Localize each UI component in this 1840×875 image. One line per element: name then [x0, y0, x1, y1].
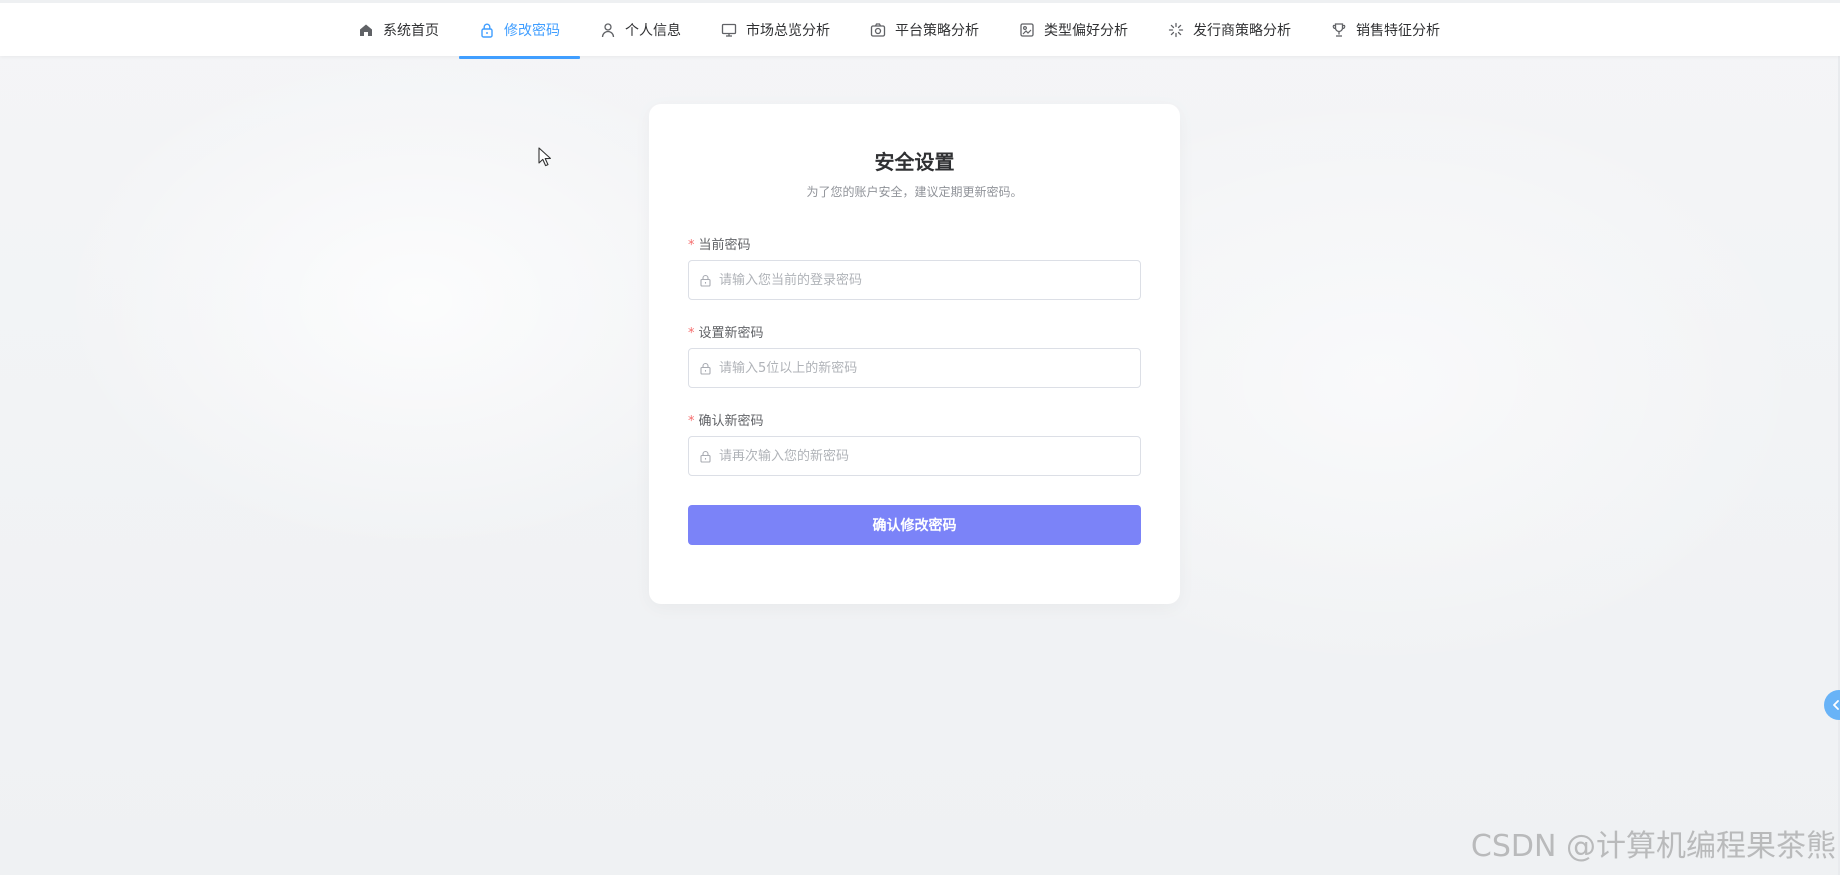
monitor-icon [721, 22, 737, 38]
nav-item-publisher-strategy[interactable]: 发行商策略分析 [1148, 3, 1311, 56]
current-password-input[interactable] [719, 261, 1140, 299]
watermark-text: CSDN @计算机编程果茶熊 [1470, 829, 1836, 864]
lock-icon [699, 450, 712, 463]
required-mark: * [688, 238, 695, 253]
nav-item-label: 发行商策略分析 [1193, 22, 1291, 39]
required-mark: * [688, 326, 695, 341]
picture-icon [1019, 22, 1035, 38]
mouse-cursor-icon [538, 147, 552, 167]
home-icon [358, 22, 374, 38]
lock-icon [699, 362, 712, 375]
confirm-change-password-button[interactable]: 确认修改密码 [688, 505, 1141, 545]
new-password-input[interactable] [719, 349, 1140, 387]
lock-icon [699, 274, 712, 287]
confirm-password-input[interactable] [719, 437, 1140, 475]
new-password-field[interactable] [688, 348, 1141, 388]
lock-icon [479, 22, 495, 38]
nav-item-label: 平台策略分析 [895, 22, 979, 39]
nav-item-label: 销售特征分析 [1356, 22, 1440, 39]
trophy-icon [1331, 22, 1347, 38]
nav-item-change-password[interactable]: 修改密码 [459, 3, 580, 59]
label-text: 设置新密码 [698, 326, 764, 341]
nav-item-label: 个人信息 [625, 22, 681, 39]
nav-item-label: 系统首页 [383, 22, 439, 39]
nav-item-platform-strategy[interactable]: 平台策略分析 [850, 3, 999, 56]
nav-item-market-overview[interactable]: 市场总览分析 [701, 3, 850, 56]
label-text: 当前密码 [698, 238, 751, 253]
nav-item-label: 市场总览分析 [746, 22, 830, 39]
page-subtitle: 为了您的账户安全，建议定期更新密码。 [806, 185, 1023, 199]
nav-menu: 系统首页 修改密码 个人信息 市场总览分析 平台策略分析 类型偏好分析 发行商策… [338, 3, 1460, 59]
side-collapse-tab[interactable] [1824, 690, 1840, 720]
nav-item-sales-features[interactable]: 销售特征分析 [1311, 3, 1460, 56]
security-settings-card: 安全设置 为了您的账户安全，建议定期更新密码。 * 当前密码 * 设置新密码 * 确认… [649, 104, 1180, 604]
chevron-left-icon [1831, 700, 1840, 710]
new-password-label: * 设置新密码 [688, 322, 764, 341]
nav-item-label: 修改密码 [504, 22, 560, 39]
confirm-password-label: * 确认新密码 [688, 410, 764, 429]
nav-item-profile[interactable]: 个人信息 [580, 3, 701, 56]
top-nav-bar: 系统首页 修改密码 个人信息 市场总览分析 平台策略分析 类型偏好分析 发行商策… [0, 0, 1840, 59]
loading-icon [1168, 22, 1184, 38]
current-password-field[interactable] [688, 260, 1141, 300]
user-icon [600, 22, 616, 38]
label-text: 确认新密码 [698, 414, 764, 429]
current-password-label: * 当前密码 [688, 234, 751, 253]
confirm-password-field[interactable] [688, 436, 1141, 476]
page-title: 安全设置 [874, 150, 955, 174]
nav-item-genre-preference[interactable]: 类型偏好分析 [999, 3, 1148, 56]
required-mark: * [688, 414, 695, 429]
camera-icon [870, 22, 886, 38]
nav-item-label: 类型偏好分析 [1044, 22, 1128, 39]
nav-item-home[interactable]: 系统首页 [338, 3, 459, 56]
